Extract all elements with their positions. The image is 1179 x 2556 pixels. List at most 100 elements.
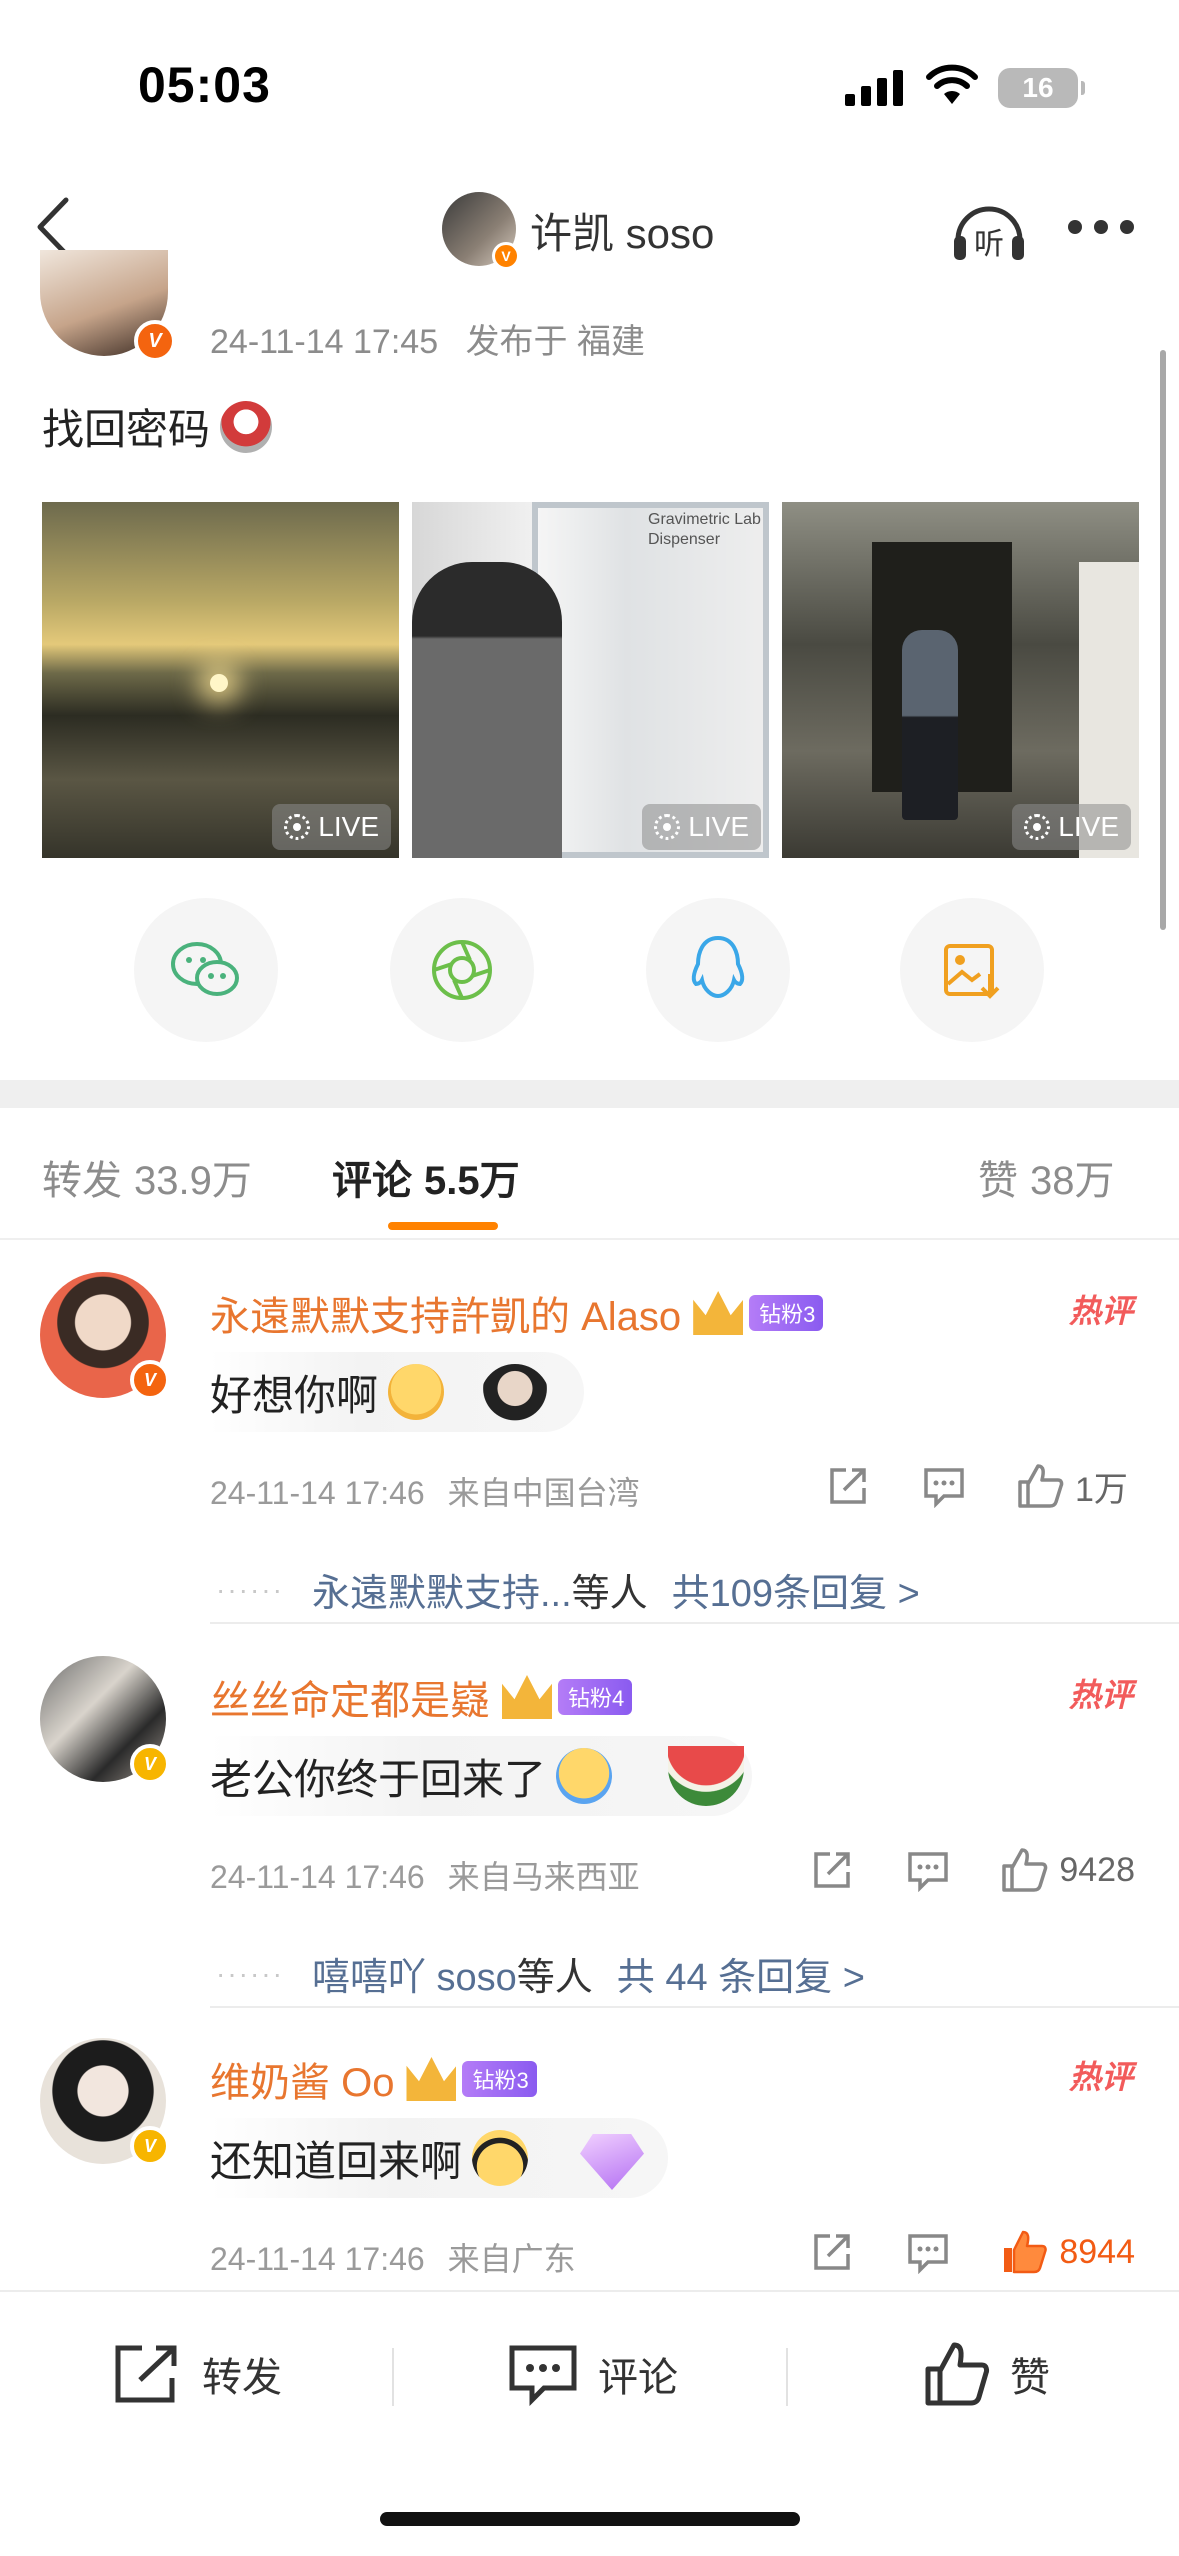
share-qq-button[interactable] [646, 898, 790, 1042]
listen-headphones-icon[interactable]: 听 [950, 192, 1028, 266]
share-row [0, 898, 1179, 1042]
comment-like-button[interactable] [999, 2227, 1049, 2277]
crying-emoji-icon [556, 1748, 613, 1804]
post-timestamp: 24-11-14 17:45 [210, 323, 439, 361]
live-photo-icon [284, 814, 311, 840]
post-photo-3[interactable]: LIVE [782, 502, 1139, 858]
comment-actions: 8944 [761, 2224, 1135, 2280]
comment-like-button[interactable] [1015, 1461, 1065, 1511]
share-out-icon [814, 2234, 851, 2270]
wechat-icon [171, 942, 239, 996]
reply-bubble-icon [908, 2234, 949, 2274]
commenter-avatar[interactable]: V [40, 2038, 170, 2166]
comment-share-button[interactable] [807, 2227, 857, 2277]
tab-comment-count: 5.5万 [424, 1159, 520, 1203]
live-badge: LIVE [272, 804, 391, 850]
sunset-sun [210, 674, 228, 692]
thumbs-up-icon [1018, 1464, 1064, 1508]
home-indicator[interactable] [380, 2512, 800, 2526]
repost-icon [115, 2345, 177, 2403]
scroll-indicator[interactable] [1160, 350, 1166, 930]
commenter-avatar[interactable]: V [40, 1656, 170, 1784]
comment-share-button[interactable] [823, 1461, 873, 1511]
thumbs-up-icon [1002, 1848, 1048, 1892]
hot-comment-tag: 热评 [1068, 1293, 1133, 1329]
tab-comment[interactable]: 评论 5.5万 [332, 1148, 520, 1206]
share-moments-button[interactable] [390, 898, 534, 1042]
repost-button[interactable]: 转发 [112, 2334, 282, 2414]
nav-avatar[interactable]: V [442, 192, 520, 270]
live-label: LIVE [318, 811, 379, 842]
wifi-icon [926, 64, 978, 104]
verified-badge-icon: V [492, 242, 520, 270]
crown-icon [502, 1675, 552, 1719]
share-out-icon [830, 1468, 866, 1504]
like-button[interactable]: 赞 [924, 2334, 1050, 2414]
comment-divider [210, 2006, 1179, 2008]
comment-like-count: 1万 [1075, 1470, 1128, 1509]
comment-reply-button[interactable] [919, 1461, 969, 1511]
battery-indicator: 16 [998, 68, 1085, 108]
tab-repost-label: 转发 [42, 1159, 122, 1203]
reply-suffix: 等人 [516, 1957, 593, 1999]
post-photo-1[interactable]: LIVE [42, 502, 399, 858]
toolbar-separator [786, 2348, 788, 2406]
live-photo-icon [1024, 814, 1051, 840]
comment-time: 24-11-14 17:46 [210, 1859, 425, 1895]
photo-person [412, 562, 562, 858]
comment-like-button[interactable] [999, 1845, 1049, 1895]
live-photo-icon [654, 814, 681, 840]
hot-comment-tag: 热评 [1068, 1677, 1133, 1713]
save-image-button[interactable] [900, 898, 1044, 1042]
fan-badge: 钻粉4 [558, 1679, 633, 1715]
live-badge: LIVE [642, 804, 761, 850]
comment-like-count: 8944 [1059, 2232, 1135, 2271]
comment-time: 24-11-14 17:46 [210, 1475, 425, 1511]
comment-reply-button[interactable] [903, 1845, 953, 1895]
reply-users: 嘻嘻吖 soso [311, 1957, 517, 1999]
verified-badge-icon: V [130, 2126, 170, 2166]
reply-total: 共 44 条回复 > [616, 1957, 865, 1999]
comment-actions: 9428 [761, 1842, 1135, 1898]
tab-like[interactable]: 赞 38万 [978, 1148, 1115, 1206]
nav-title[interactable]: 许凯 soso [530, 200, 714, 261]
share-wechat-button[interactable] [134, 898, 278, 1042]
comment-replies-link[interactable]: ······ 永遠默默支持... 等人 共109条回复 > [216, 1562, 920, 1617]
post-photo-2[interactable]: Gravimetric Lab Dispenser LIVE [412, 502, 769, 858]
moments-icon [432, 940, 492, 1000]
comment-decoration [480, 1364, 550, 1434]
nav-bar: V 许凯 soso 听 [0, 170, 1179, 290]
commenter-name[interactable]: 维奶酱 Oo 钻粉3 [210, 2050, 537, 2108]
crown-icon [693, 1291, 744, 1335]
comment-location: 来自马来西亚 [447, 1859, 640, 1895]
interaction-tabs: 转发 33.9万 评论 5.5万 赞 38万 [0, 1108, 1179, 1240]
comment-like-count: 9428 [1059, 1850, 1135, 1889]
tab-like-label: 赞 [978, 1159, 1018, 1203]
reply-total: 共109条回复 > [671, 1573, 920, 1615]
photo-overlay-text: Gravimetric Lab Dispenser [648, 511, 761, 548]
verified-badge-icon: V [130, 1360, 170, 1400]
comment-meta: 24-11-14 17:46 来自中国台湾 [210, 1468, 640, 1514]
tab-comment-label: 评论 [332, 1159, 412, 1203]
comment-button[interactable]: 评论 [508, 2334, 678, 2414]
ultraman-emoji-icon [220, 400, 273, 453]
comment-share-button[interactable] [807, 1845, 857, 1895]
comment-text-content: 老公你终于回来了 [210, 1755, 547, 1803]
commenter-avatar[interactable]: V [40, 1272, 170, 1400]
verified-badge-icon: V [134, 320, 176, 362]
comment-meta: 24-11-14 17:46 来自马来西亚 [210, 1852, 640, 1898]
reply-thread-dots: ······ [216, 1957, 284, 1989]
more-options-icon[interactable] [1068, 216, 1134, 238]
comment-reply-button[interactable] [903, 2227, 953, 2277]
commenter-name[interactable]: 永遠默默支持許凱的 Alaso 钻粉3 [210, 1284, 824, 1342]
sunglasses-emoji-icon [472, 2130, 529, 2186]
comment-replies-link[interactable]: ······ 嘻嘻吖 soso 等人 共 44 条回复 > [216, 1946, 865, 2001]
commenter-name-text: 丝丝命定都是嶷 [210, 1679, 490, 1723]
reply-bubble-icon [908, 1852, 949, 1892]
toolbar-separator [392, 2348, 394, 2406]
tab-repost[interactable]: 转发 33.9万 [42, 1148, 252, 1206]
section-divider [0, 1080, 1179, 1108]
author-avatar[interactable]: V [40, 250, 176, 362]
commenter-name[interactable]: 丝丝命定都是嶷 钻粉4 [210, 1668, 633, 1726]
crown-icon [406, 2057, 457, 2101]
